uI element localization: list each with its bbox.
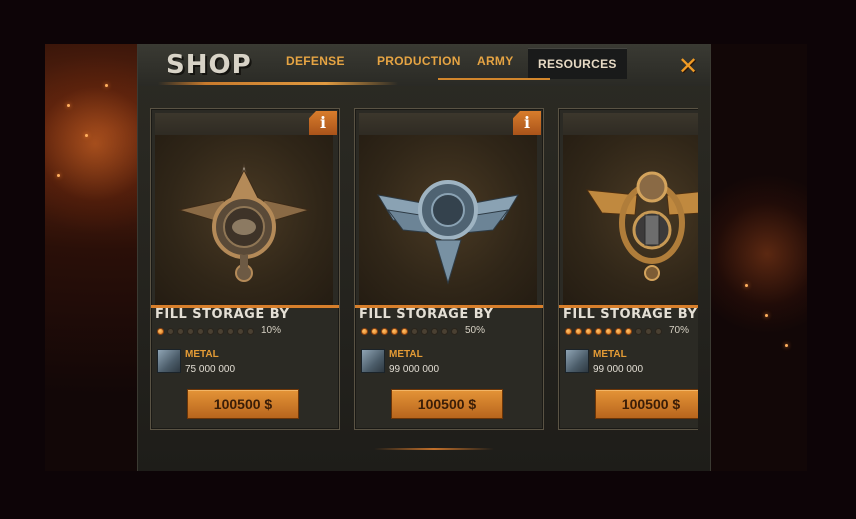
progress-dot-filled: [605, 328, 612, 335]
storage-progress-dots: [157, 328, 254, 335]
card-image: [155, 135, 333, 305]
metal-icon: [361, 349, 385, 373]
golden-laurel-badge-icon: [586, 171, 698, 281]
progress-dot-filled: [391, 328, 398, 335]
progress-percent: 10%: [261, 325, 282, 336]
progress-percent: 50%: [465, 325, 486, 336]
storage-progress-dots: [565, 328, 662, 335]
close-x-icon[interactable]: ✕: [678, 52, 698, 80]
progress-dot-filled: [381, 328, 388, 335]
header-accent-line: [158, 82, 398, 85]
metal-icon: [157, 349, 181, 373]
tab-production[interactable]: PRODUCTION: [377, 54, 461, 78]
card-header-strip: [359, 113, 537, 135]
card-image: [359, 135, 537, 305]
spark: [85, 134, 88, 137]
progress-dot: [247, 328, 254, 335]
progress-dot-filled: [157, 328, 164, 335]
progress-dot-filled: [361, 328, 368, 335]
card-3-viewport: FILL STORAGE BY 70% METAL 99 000 000 100…: [558, 108, 698, 438]
card-image: [563, 135, 698, 305]
progress-dot: [237, 328, 244, 335]
progress-dot: [645, 328, 652, 335]
active-tab-underline: [438, 78, 550, 80]
card-title: FILL STORAGE BY: [359, 307, 494, 322]
progress-dot-filled: [615, 328, 622, 335]
progress-dot: [411, 328, 418, 335]
progress-dot-filled: [575, 328, 582, 335]
spark: [57, 174, 60, 177]
info-icon[interactable]: i: [309, 111, 337, 135]
progress-dot-filled: [585, 328, 592, 335]
resource-name: METAL: [593, 349, 627, 360]
tab-defense[interactable]: DEFENSE: [286, 54, 345, 78]
progress-dot-filled: [595, 328, 602, 335]
progress-dot-filled: [625, 328, 632, 335]
steel-winged-badge-icon: [377, 180, 519, 285]
progress-dot: [421, 328, 428, 335]
buy-button[interactable]: 100500 $: [391, 389, 503, 419]
tab-army[interactable]: ARMY: [477, 54, 514, 78]
progress-dot-filled: [565, 328, 572, 335]
progress-dot: [207, 328, 214, 335]
spark: [745, 284, 748, 287]
buy-button[interactable]: 100500 $: [595, 389, 698, 419]
progress-dot: [441, 328, 448, 335]
spark: [785, 344, 788, 347]
progress-percent: 70%: [669, 325, 690, 336]
card-header-strip: [563, 113, 698, 135]
spark: [67, 104, 70, 107]
progress-dot: [197, 328, 204, 335]
spark: [765, 314, 768, 317]
resource-name: METAL: [389, 349, 423, 360]
progress-dot: [227, 328, 234, 335]
progress-dot: [655, 328, 662, 335]
scroll-indicator: [374, 448, 494, 450]
ember-glow-right: [697, 164, 807, 344]
progress-dot-filled: [401, 328, 408, 335]
progress-dot-filled: [371, 328, 378, 335]
info-icon[interactable]: i: [513, 111, 541, 135]
shop-card-2[interactable]: i FILL STORAGE BY 50% METAL 99 000 000 1…: [354, 108, 544, 430]
shop-title: SHOP: [166, 50, 252, 80]
progress-dot: [431, 328, 438, 335]
shop-card-3[interactable]: FILL STORAGE BY 70% METAL 99 000 000 100…: [558, 108, 698, 430]
progress-dot: [167, 328, 174, 335]
storage-progress-dots: [361, 328, 458, 335]
progress-dot: [451, 328, 458, 335]
progress-dot: [635, 328, 642, 335]
spark: [105, 84, 108, 87]
resource-amount: 75 000 000: [185, 364, 236, 375]
card-title: FILL STORAGE BY: [155, 307, 290, 322]
tab-resources[interactable]: RESOURCES: [528, 48, 627, 79]
bronze-eagle-badge-icon: [177, 163, 311, 282]
progress-dot: [187, 328, 194, 335]
card-header-strip: [155, 113, 333, 135]
resource-name: METAL: [185, 349, 219, 360]
shop-panel: SHOP DEFENSE PRODUCTION ARMY RESOURCES ✕…: [137, 44, 711, 471]
buy-button[interactable]: 100500 $: [187, 389, 299, 419]
progress-dot: [177, 328, 184, 335]
resource-amount: 99 000 000: [389, 364, 440, 375]
card-title: FILL STORAGE BY: [563, 307, 698, 322]
resource-amount: 99 000 000: [593, 364, 644, 375]
shop-card-1[interactable]: i FILL STORAGE BY 10% METAL 75 000 000 1…: [150, 108, 340, 430]
progress-dot: [217, 328, 224, 335]
metal-icon: [565, 349, 589, 373]
